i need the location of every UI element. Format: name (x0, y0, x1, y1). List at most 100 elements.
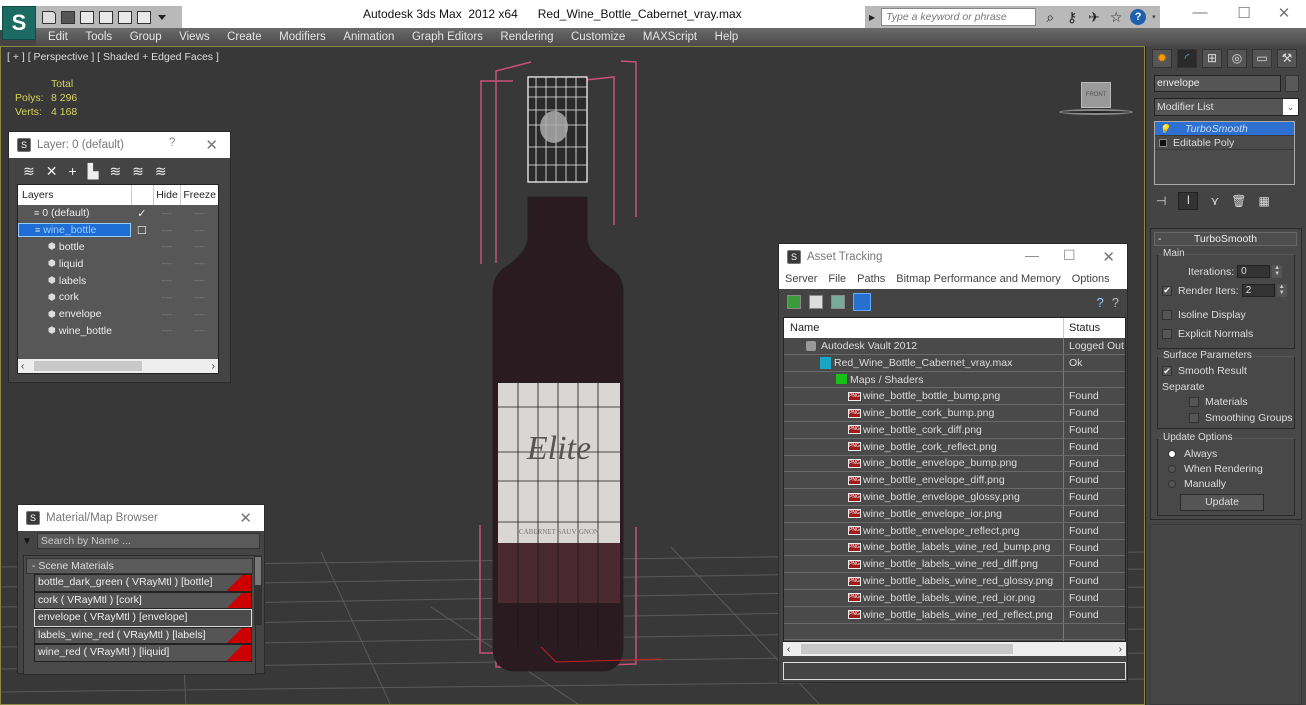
layer-row[interactable]: ⬢ cork ---- ---- (18, 289, 218, 306)
menu-create[interactable]: Create (227, 31, 262, 43)
asset-row[interactable]: PNG wine_bottle_cork_diff.png Found (784, 421, 1125, 439)
close-button[interactable]: ✕ (205, 136, 218, 154)
explicit-normals-option[interactable]: Explicit Normals (1162, 328, 1253, 340)
column-name[interactable]: Name (784, 318, 1064, 338)
layer-name-cell[interactable]: ⬢ labels (18, 275, 131, 287)
freeze-toggle[interactable]: ---- (180, 293, 218, 302)
layer-name-cell[interactable]: ⬢ wine_bottle (18, 325, 131, 337)
update-when-rendering-option[interactable]: When Rendering (1168, 463, 1263, 475)
asset-row[interactable]: PNG wine_bottle_envelope_ior.png Found (784, 505, 1125, 523)
close-button[interactable]: ✕ (1269, 4, 1299, 22)
viewcube[interactable]: FRONT (1081, 82, 1111, 108)
maximize-button[interactable]: ☐ (1063, 247, 1076, 264)
menu-rendering[interactable]: Rendering (500, 31, 553, 43)
layer-name-cell[interactable]: ⬢ cork (18, 291, 131, 303)
thumbnail-view-icon[interactable] (831, 295, 845, 309)
help-dropdown-icon[interactable]: ▾ (1152, 13, 1156, 21)
update-button[interactable]: Update (1180, 494, 1264, 511)
collapse-icon[interactable]: - (1158, 233, 1162, 245)
select-layer-icon[interactable]: ≋ (109, 163, 121, 180)
satellite-icon[interactable]: ✈ (1086, 9, 1102, 26)
menu-options[interactable]: Options (1072, 273, 1110, 285)
active-layer-toggle[interactable]: ✓ (131, 207, 153, 220)
render-iters-checkbox[interactable]: ✔ (1162, 285, 1172, 296)
smooth-result-checkbox[interactable]: ✔ (1162, 366, 1172, 376)
expand-icon[interactable] (1159, 138, 1167, 147)
binoculars-icon[interactable]: ⌕ (1042, 9, 1058, 26)
stack-item-editable-poly[interactable]: Editable Poly (1155, 136, 1294, 150)
asset-status-field[interactable] (783, 662, 1126, 680)
star-icon[interactable]: ☆ (1108, 9, 1124, 26)
freeze-toggle[interactable]: ---- (180, 276, 218, 285)
scroll-left-icon[interactable]: ‹ (787, 644, 790, 655)
layer-row[interactable]: ≡ wine_bottle ☐ ---- ---- (18, 222, 218, 239)
asset-row[interactable]: Red_Wine_Bottle_Cabernet_vray.max Ok (784, 354, 1125, 372)
menu-graph-editors[interactable]: Graph Editors (412, 31, 483, 43)
create-icon[interactable]: ✹ (1152, 49, 1172, 68)
render-iters-spinner[interactable]: 2 (1241, 284, 1275, 297)
freeze-toggle[interactable]: ---- (180, 326, 218, 335)
asset-row[interactable]: PNG wine_bottle_labels_wine_red_ior.png Fo… (784, 589, 1125, 607)
rollout-header[interactable]: - TurboSmooth (1154, 232, 1297, 246)
context-help-icon[interactable]: ? (1112, 295, 1119, 310)
app-logo-icon[interactable]: S (2, 6, 36, 40)
motion-icon[interactable]: ◎ (1227, 49, 1247, 68)
update-manually-option[interactable]: Manually (1168, 478, 1226, 490)
scroll-left-icon[interactable]: ‹ (21, 361, 24, 372)
open-folder-icon[interactable] (42, 10, 56, 24)
close-button[interactable]: ✕ (239, 509, 252, 527)
column-hide[interactable]: Hide (152, 185, 181, 205)
smoothing-groups-option[interactable]: Smoothing Groups (1189, 412, 1293, 424)
maximize-button[interactable]: ☐ (1229, 4, 1259, 22)
horizontal-scrollbar[interactable]: ‹ › (783, 642, 1126, 656)
asset-row[interactable]: PNG wine_bottle_labels_wine_red_glossy.pn… (784, 573, 1125, 590)
active-layer-toggle[interactable]: ☐ (131, 224, 153, 237)
freeze-toggle[interactable]: ---- (180, 259, 218, 268)
update-always-option[interactable]: Always (1168, 448, 1217, 460)
vertical-scrollbar[interactable] (254, 555, 262, 625)
materials-checkbox[interactable] (1189, 397, 1199, 407)
layer-row[interactable]: ⬢ bottle ---- ---- (18, 239, 218, 256)
wine-bottle-model[interactable]: Elite CABERNET SAUVIGNON (492, 76, 624, 672)
asset-row[interactable]: Maps / Shaders (784, 371, 1125, 389)
smooth-result-option[interactable]: ✔ Smooth Result (1162, 365, 1247, 377)
asset-row[interactable]: PNG wine_bottle_envelope_diff.png Found (784, 472, 1125, 490)
layer-name-cell[interactable]: ⬢ liquid (18, 258, 131, 270)
menu-paths[interactable]: Paths (857, 273, 885, 285)
scroll-right-icon[interactable]: › (1119, 644, 1122, 655)
close-button[interactable]: ✕ (1102, 248, 1115, 266)
new-layer-icon[interactable]: ≋ (23, 163, 35, 180)
asset-row[interactable]: PNG wine_bottle_labels_wine_red_reflect.p… (784, 606, 1125, 624)
when-rendering-radio[interactable] (1168, 465, 1176, 473)
material-item[interactable]: cork ( VRayMtl ) [cork] (34, 591, 252, 609)
refresh-icon[interactable] (787, 295, 801, 309)
add-icon[interactable]: + (68, 163, 76, 179)
spinner-arrows-icon[interactable]: ▲ ▼ (1276, 284, 1287, 297)
scroll-thumb[interactable] (34, 361, 142, 371)
hide-toggle[interactable]: ---- (153, 276, 181, 285)
scroll-right-icon[interactable]: › (212, 361, 215, 372)
scroll-thumb[interactable] (255, 557, 261, 585)
scene-materials-group[interactable]: - Scene Materials (26, 558, 253, 574)
object-name-field[interactable]: envelope (1154, 75, 1281, 92)
asset-row[interactable]: PNG wine_bottle_bottle_bump.png Found (784, 388, 1125, 406)
asset-row[interactable]: PNG wine_bottle_cork_bump.png Found (784, 405, 1125, 422)
remove-modifier-icon[interactable]: 🗑 (1231, 194, 1246, 208)
options-dropdown-icon[interactable]: ▼ (22, 536, 32, 547)
dialog-title-bar[interactable]: S Layer: 0 (default) ? ✕ (9, 132, 230, 158)
menu-views[interactable]: Views (179, 31, 209, 43)
asset-row[interactable]: PNG wine_bottle_envelope_bump.png Found (784, 455, 1125, 473)
always-radio[interactable] (1168, 450, 1176, 458)
lightbulb-icon[interactable]: 💡 (1155, 122, 1185, 136)
freeze-toggle[interactable]: ---- (180, 226, 218, 235)
viewport-label[interactable]: [ + ] [ Perspective ] [ Shaded + Edged F… (7, 51, 219, 63)
freeze-toggle[interactable]: ---- (180, 242, 218, 251)
scroll-thumb[interactable] (801, 644, 1013, 654)
minimize-button[interactable]: — (1025, 247, 1039, 263)
freeze-toggle[interactable]: ---- (180, 310, 218, 319)
hide-all-icon[interactable]: ≋ (155, 163, 167, 180)
dropdown-arrow-icon[interactable] (158, 14, 166, 20)
materials-option[interactable]: Materials (1189, 396, 1248, 408)
menu-customize[interactable]: Customize (571, 31, 625, 43)
project-folder-icon[interactable] (99, 10, 113, 24)
